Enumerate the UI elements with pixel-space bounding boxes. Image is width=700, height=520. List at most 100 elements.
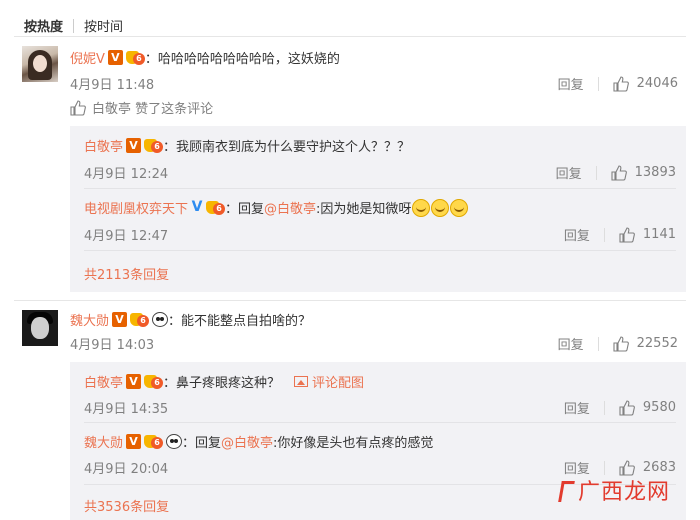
- like-count: 24046: [636, 76, 678, 91]
- like-button[interactable]: 22552: [613, 335, 678, 352]
- reply-content: 电视剧凰权弈天下 V 6 ：回复 @白敬亭 :因为她是知微呀: [84, 198, 686, 217]
- reply-divider: [84, 188, 676, 189]
- verified-badge-icon: V: [112, 312, 128, 327]
- grin-emoji-icon: [412, 198, 431, 217]
- comment-username[interactable]: 魏大勋: [70, 310, 109, 329]
- reply-content: 白敬亭 V 6 ：鼻子疼眼疼这种？ 评论配图: [84, 372, 686, 391]
- reply-prefix: ：回复: [225, 202, 265, 217]
- action-divider: [595, 165, 597, 180]
- mention-link[interactable]: @白敬亭: [264, 198, 316, 217]
- member-badge-icon: 6: [144, 374, 164, 390]
- mention-link[interactable]: @白敬亭: [221, 432, 273, 451]
- more-replies-row: 共2113条回复: [84, 264, 686, 283]
- grin-emoji-icon: [431, 198, 450, 217]
- comment-item: 魏大勋 V 6 ：能不能整点自拍啥的？ 4月9日 14:03 回复 22552: [22, 310, 686, 370]
- reply-username[interactable]: 魏大勋: [84, 432, 123, 451]
- comment-username[interactable]: 倪妮V: [70, 48, 105, 67]
- reply-list: 白敬亭 V 6 ：我顾南衣到底为什么要守护这个人？？？ 4月9日 12:24 回…: [70, 126, 686, 292]
- action-divider: [603, 227, 605, 242]
- tab-sort-by-time[interactable]: 按时间: [84, 16, 123, 35]
- reply-button[interactable]: 回复: [556, 163, 582, 182]
- like-button[interactable]: 9580: [619, 399, 676, 416]
- verified-badge-icon: V: [107, 50, 123, 65]
- member-badge-icon: 6: [130, 312, 150, 328]
- reply-time: 4月9日 14:35: [84, 402, 169, 417]
- reply-username[interactable]: 白敬亭: [84, 136, 123, 155]
- panda-badge-icon: [152, 312, 169, 327]
- thumbs-up-icon: [619, 399, 635, 416]
- panda-badge-icon: [166, 434, 183, 449]
- verified-badge-icon: V: [191, 199, 203, 215]
- verified-badge-icon: V: [126, 374, 142, 389]
- reply-actions: 回复 1141: [564, 225, 676, 244]
- avatar[interactable]: [22, 46, 58, 82]
- reply-content: 魏大勋 V 6 ：回复 @白敬亭 :你好像是头也有点疼的感觉: [84, 432, 686, 451]
- like-button[interactable]: 13893: [611, 164, 676, 181]
- tab-divider: [73, 18, 75, 33]
- comment-actions: 回复 22552: [558, 334, 678, 353]
- like-count: 2683: [642, 460, 676, 475]
- liked-by-text: 白敬亭 赞了这条评论: [92, 102, 214, 117]
- thumbs-up-icon: [611, 164, 627, 181]
- reply-text: ：我顾南衣到底为什么要守护这个人？？？: [163, 140, 411, 155]
- like-count: 22552: [636, 336, 678, 351]
- member-badge-icon: 6: [144, 434, 164, 450]
- action-divider: [597, 76, 599, 91]
- comment-time: 4月9日 14:03: [70, 338, 155, 353]
- more-replies-link[interactable]: 共2113条回复: [84, 264, 169, 283]
- comment-actions: 回复 24046: [558, 74, 678, 93]
- reply-button[interactable]: 回复: [564, 225, 590, 244]
- like-count: 9580: [642, 400, 676, 415]
- reply-actions: 回复 9580: [564, 398, 676, 417]
- header-divider: [14, 36, 686, 37]
- comment-text: ：哈哈哈哈哈哈哈哈哈，这妖娆的: [144, 52, 340, 67]
- like-button[interactable]: 1141: [619, 226, 676, 243]
- reply-time: 4月9日 12:24: [84, 167, 169, 182]
- reply-time: 4月9日 12:47: [84, 229, 169, 244]
- thumbs-up-icon: [613, 335, 629, 352]
- more-replies-link[interactable]: 共3536条回复: [84, 496, 169, 515]
- comment-content: 倪妮V V 6 ：哈哈哈哈哈哈哈哈哈，这妖娆的: [70, 48, 686, 67]
- thumbs-up-icon: [70, 99, 86, 116]
- avatar[interactable]: [22, 310, 58, 346]
- watermark: 广西龙网: [558, 474, 670, 506]
- action-divider: [597, 336, 599, 351]
- like-count: 1141: [642, 227, 676, 242]
- reply-text: ：鼻子疼眼疼这种？: [163, 376, 281, 391]
- reply-prefix: ：回复: [182, 436, 222, 451]
- sort-bar: 按热度 按时间: [24, 16, 123, 35]
- comment-picture-label: 评论配图: [312, 376, 365, 391]
- thumbs-up-icon: [619, 226, 635, 243]
- tab-sort-by-hot[interactable]: 按热度: [24, 16, 63, 35]
- member-badge-icon: 6: [206, 200, 226, 216]
- reply-button[interactable]: 回复: [558, 334, 584, 353]
- reply-text: :因为她是知微呀: [316, 202, 412, 217]
- reply-actions: 回复 13893: [556, 163, 676, 182]
- reply-content: 白敬亭 V 6 ：我顾南衣到底为什么要守护这个人？？？: [84, 136, 686, 155]
- comment-time: 4月9日 11:48: [70, 78, 155, 93]
- reply-text: :你好像是头也有点疼的感觉: [273, 436, 434, 451]
- comment-text: ：能不能整点自拍啥的？: [168, 314, 312, 329]
- comment-picture-button[interactable]: 评论配图: [294, 372, 364, 391]
- reply-divider: [84, 422, 676, 423]
- like-button[interactable]: 24046: [613, 75, 678, 92]
- reply-username[interactable]: 白敬亭: [84, 372, 123, 391]
- reply-button[interactable]: 回复: [558, 74, 584, 93]
- thumbs-up-icon: [613, 75, 629, 92]
- grin-emoji-icon: [450, 198, 469, 217]
- watermark-logo-icon: [558, 479, 574, 501]
- comment-divider: [14, 300, 686, 301]
- member-badge-icon: 6: [144, 138, 164, 154]
- action-divider: [603, 400, 605, 415]
- action-divider: [603, 460, 605, 475]
- picture-icon: [294, 376, 309, 387]
- watermark-text: 广西龙网: [577, 480, 670, 505]
- reply-username[interactable]: 电视剧凰权弈天下: [84, 198, 188, 217]
- liked-by-row: 白敬亭 赞了这条评论: [70, 98, 213, 117]
- member-badge-icon: 6: [125, 50, 145, 66]
- reply-divider: [84, 250, 676, 251]
- verified-badge-icon: V: [126, 138, 142, 153]
- verified-badge-icon: V: [126, 434, 142, 449]
- reply-time: 4月9日 20:04: [84, 462, 169, 477]
- reply-button[interactable]: 回复: [564, 398, 590, 417]
